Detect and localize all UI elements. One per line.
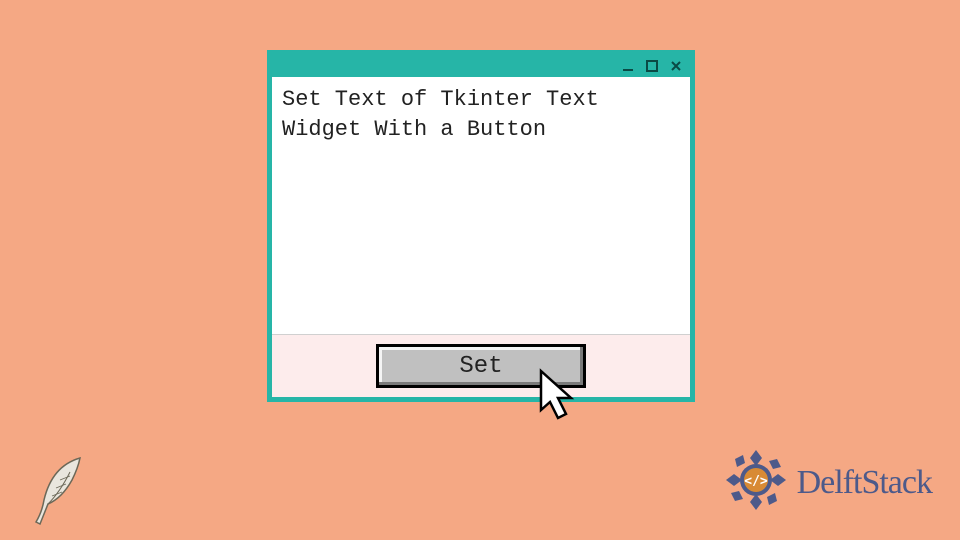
app-window: Set Text of Tkinter Text Widget With a B… bbox=[267, 50, 695, 402]
feather-icon bbox=[30, 452, 92, 533]
close-icon[interactable] bbox=[670, 60, 682, 72]
delftstack-emblem-icon: </> bbox=[721, 445, 791, 520]
brand-name: DelftStack bbox=[797, 464, 932, 502]
svg-text:</>: </> bbox=[744, 474, 768, 489]
text-widget[interactable]: Set Text of Tkinter Text Widget With a B… bbox=[272, 77, 690, 335]
set-button[interactable]: Set bbox=[376, 344, 586, 388]
brand-logo: </> DelftStack bbox=[721, 445, 932, 520]
minimize-icon[interactable] bbox=[622, 60, 634, 72]
button-row: Set bbox=[272, 335, 690, 397]
maximize-icon[interactable] bbox=[646, 60, 658, 72]
titlebar bbox=[272, 55, 690, 77]
